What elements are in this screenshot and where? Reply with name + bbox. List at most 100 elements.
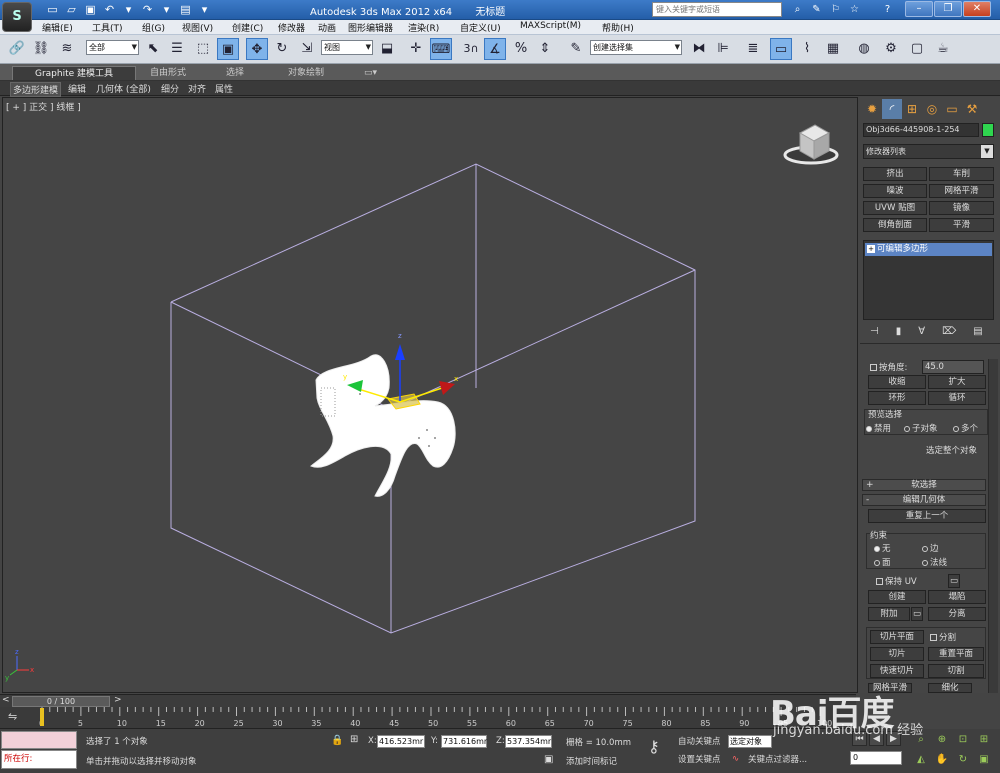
layer-manager-icon[interactable]: ≣ [742, 38, 764, 60]
new-file-icon[interactable]: ▭ [44, 1, 61, 18]
viewport-scene[interactable]: z x y z x y [3, 98, 858, 693]
key-mode-dropdown[interactable]: 选定对象 [728, 735, 772, 748]
display-tab-icon[interactable]: ▭ [942, 99, 962, 119]
menu-tools[interactable]: 工具(T) [92, 21, 123, 34]
tab-graphite-modeling[interactable]: Graphite 建模工具 [12, 66, 136, 80]
minimize-button[interactable]: – [905, 1, 933, 17]
redo-icon[interactable]: ↷ [139, 1, 156, 18]
maximize-button[interactable]: ❐ [934, 1, 962, 17]
preview-off-radio[interactable]: 禁用 [866, 422, 891, 434]
menu-maxscript[interactable]: MAXScript(M) [520, 21, 581, 31]
constraint-normal-radio[interactable]: 法线 [922, 556, 947, 568]
constraint-edge-radio[interactable]: 边 [922, 542, 939, 554]
tessellate-button[interactable]: 细化 [928, 683, 972, 693]
menu-views[interactable]: 视图(V) [182, 21, 213, 34]
project-folder-icon[interactable]: ▤ [177, 1, 194, 18]
select-object-icon[interactable]: ⬉ [142, 38, 164, 60]
maximize-viewport-icon[interactable]: ▣ [975, 751, 993, 768]
panel-geometry-all[interactable]: 几何体 (全部) [94, 82, 153, 95]
unlink-icon[interactable]: ⛓ [30, 38, 52, 60]
stack-item-editable-poly[interactable]: 可编辑多边形 [865, 243, 992, 256]
render-setup-icon[interactable]: ⚙ [880, 38, 902, 60]
wrench-icon[interactable]: ✎ [809, 2, 824, 17]
grow-button[interactable]: 扩大 [928, 375, 986, 389]
panel-subdivision[interactable]: 细分 [159, 82, 181, 95]
viewport-label[interactable]: [ + ] 正交 ] 线框 ] [6, 100, 81, 113]
reset-plane-button[interactable]: 重置平面 [928, 647, 984, 661]
angle-snap-icon[interactable]: ∡ [484, 38, 506, 60]
y-coord-field[interactable]: 731.616mr [441, 735, 487, 748]
menu-animation[interactable]: 动画 [318, 21, 336, 34]
pan-icon[interactable]: ✋ [933, 751, 951, 768]
utilities-tab-icon[interactable]: ⚒ [962, 99, 982, 119]
z-coord-field[interactable]: 537.354mr [505, 735, 552, 748]
lock-selection-icon[interactable]: 🔒 [331, 735, 343, 746]
tab-selection[interactable]: 选择 [220, 66, 250, 80]
bevel-profile-button[interactable]: 倒角剖面 [863, 218, 927, 232]
edit-geometry-rollout[interactable]: - 编辑几何体 [862, 494, 986, 506]
maxscript-listener-input[interactable] [1, 731, 77, 749]
zoom-extents-icon[interactable]: ⊡ [954, 731, 972, 748]
attach-button[interactable]: 附加 [868, 607, 910, 621]
app-logo-button[interactable]: S [2, 2, 32, 32]
show-end-result-icon[interactable]: ▮ [896, 326, 902, 337]
constraint-face-radio[interactable]: 面 [874, 556, 891, 568]
pin-stack-icon[interactable]: ⊣ [870, 326, 879, 337]
lathe-button[interactable]: 车削 [929, 167, 994, 181]
set-key-button[interactable]: 设置关键点 [678, 753, 721, 765]
slice-button[interactable]: 切片 [870, 647, 924, 661]
tab-object-paint[interactable]: 对象绘制 [282, 66, 330, 80]
modifier-list-dropdown[interactable]: 修改器列表 [863, 144, 994, 159]
hierarchy-tab-icon[interactable]: ⊞ [902, 99, 922, 119]
ring-button[interactable]: 环形 [868, 391, 926, 405]
noise-button[interactable]: 噪波 [863, 184, 927, 198]
object-name-field[interactable]: Obj3d66-445908-1-254 [863, 123, 979, 137]
viewcube[interactable] [783, 124, 839, 165]
extrude-button[interactable]: 挤出 [863, 167, 927, 181]
select-by-name-icon[interactable]: ☰ [166, 38, 188, 60]
star-icon[interactable]: ☆ [847, 2, 862, 17]
curve-editor-icon[interactable]: ⌇ [796, 38, 818, 60]
command-panel-scrollbar[interactable] [988, 359, 998, 693]
by-angle-checkbox[interactable]: 按角度: [870, 361, 907, 373]
menu-modifiers[interactable]: 修改器 [278, 21, 305, 34]
modify-tab-icon[interactable]: ◜ [882, 99, 902, 119]
percent-snap-icon[interactable]: % [510, 38, 532, 60]
select-and-move-icon[interactable]: ✥ [246, 38, 268, 60]
preview-subobject-radio[interactable]: 子对象 [904, 422, 938, 434]
render-production-icon[interactable]: ☕ [932, 38, 954, 60]
key-icon[interactable]: ⚷ [648, 737, 660, 756]
link-icon[interactable]: 🔗 [6, 38, 28, 60]
gizmo-x-axis[interactable] [399, 386, 446, 403]
track-bar[interactable]: ⇋ 05101520253035404550556065707580859095… [0, 707, 856, 729]
rectangular-selection-icon[interactable]: ⬚ [192, 38, 214, 60]
by-angle-value[interactable]: 45.0 [922, 360, 984, 374]
create-button[interactable]: 创建 [868, 590, 926, 604]
customize-qat-icon[interactable]: ▾ [196, 1, 213, 18]
spinner-snap-icon[interactable]: ⇕ [534, 38, 556, 60]
time-slider-thumb[interactable]: 0 / 100 [12, 696, 110, 707]
preview-multi-radio[interactable]: 多个 [953, 422, 978, 434]
help-icon[interactable]: ? [880, 2, 895, 17]
pivot-center-icon[interactable]: ⬓ [376, 38, 398, 60]
time-tag-icon[interactable]: ▣ [544, 754, 553, 765]
keyboard-shortcut-override-icon[interactable]: ⌨ [430, 38, 452, 60]
close-button[interactable]: ✕ [963, 1, 991, 17]
create-tab-icon[interactable]: ✹ [862, 99, 882, 119]
repeat-last-button[interactable]: 重复上一个 [868, 509, 986, 523]
make-unique-icon[interactable]: ∀ [918, 326, 925, 337]
configure-sets-icon[interactable]: ▤ [973, 326, 982, 337]
gizmo-z-arrow[interactable] [395, 344, 405, 360]
open-file-icon[interactable]: ▱ [63, 1, 80, 18]
search-input[interactable]: 键入关键字或短语 [652, 2, 782, 17]
rendered-frame-icon[interactable]: ▢ [906, 38, 928, 60]
select-and-scale-icon[interactable]: ⇲ [296, 38, 318, 60]
slice-plane-button[interactable]: 切片平面 [870, 630, 924, 644]
constraint-none-radio[interactable]: 无 [874, 542, 891, 554]
bind-space-warp-icon[interactable]: ≋ [56, 38, 78, 60]
panel-properties[interactable]: 属性 [213, 82, 235, 95]
collapse-button[interactable]: 塌陷 [928, 590, 986, 604]
mirror-modifier-button[interactable]: 镜像 [929, 201, 994, 215]
window-crossing-icon[interactable]: ▣ [217, 38, 239, 60]
snap-toggle-icon[interactable]: 3∩ [460, 38, 482, 60]
